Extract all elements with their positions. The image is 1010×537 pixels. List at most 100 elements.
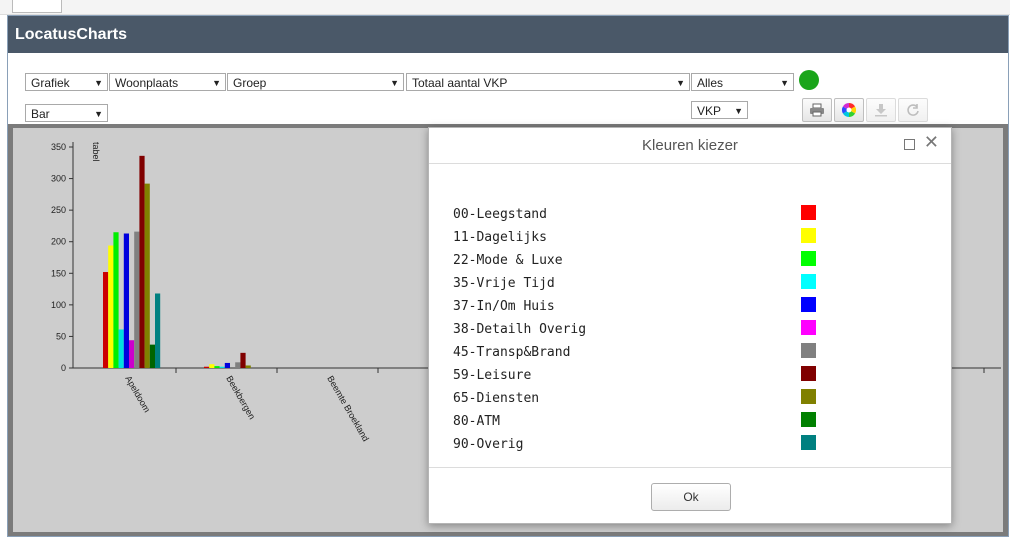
chart-bar — [240, 352, 246, 368]
chart-bar — [155, 293, 161, 368]
chart-bar — [209, 364, 215, 368]
download-icon — [875, 104, 887, 117]
chart-type-value: Grafiek — [31, 76, 70, 90]
color-picker-button[interactable] — [834, 98, 864, 122]
y-tick-label: 0 — [61, 363, 66, 373]
group-value: Groep — [233, 76, 267, 90]
unit-value: VKP — [697, 104, 722, 118]
chart-bar — [103, 272, 109, 368]
app-titlebar: LocatusCharts — [8, 16, 1008, 53]
chart-bar — [245, 365, 251, 368]
color-label: 11-Dagelijks — [453, 230, 547, 245]
status-indicator — [799, 70, 819, 90]
chevron-down-icon: ▼ — [94, 78, 103, 88]
chevron-down-icon: ▼ — [734, 106, 743, 116]
color-swatch[interactable] — [801, 297, 816, 312]
x-tick-label: Beekbergen — [224, 374, 257, 421]
group-select[interactable]: Groep ▼ — [227, 73, 404, 91]
chart-bar — [113, 232, 119, 368]
color-swatch[interactable] — [801, 389, 816, 404]
color-label: 35-Vrije Tijd — [453, 276, 555, 291]
chevron-down-icon: ▼ — [212, 78, 221, 88]
unit-select[interactable]: VKP ▼ — [691, 101, 748, 119]
chart-bar — [149, 344, 155, 368]
download-button[interactable] — [866, 98, 896, 122]
color-row: 65-Diensten — [453, 387, 833, 410]
close-icon[interactable]: ✕ — [924, 132, 939, 153]
print-button[interactable] — [802, 98, 832, 122]
color-label: 45-Transp&Brand — [453, 345, 571, 360]
color-wheel-icon — [842, 103, 856, 117]
chart-bar — [118, 329, 124, 368]
chart-bar — [224, 362, 230, 368]
maximize-icon[interactable] — [904, 139, 915, 150]
color-label: 65-Diensten — [453, 391, 540, 406]
y-tick-label: 150 — [51, 268, 66, 278]
measure-select[interactable]: Totaal aantal VKP ▼ — [406, 73, 690, 91]
color-swatch[interactable] — [801, 205, 816, 220]
y-tick-label: 200 — [51, 237, 66, 247]
color-swatch[interactable] — [801, 343, 816, 358]
chevron-down-icon: ▼ — [390, 78, 399, 88]
color-row: 38-Detailh Overig — [453, 318, 833, 341]
ok-button[interactable]: Ok — [651, 483, 731, 511]
chevron-down-icon: ▼ — [780, 78, 789, 88]
color-swatch[interactable] — [801, 228, 816, 243]
chart-bar — [129, 340, 135, 368]
chart-bar — [214, 366, 220, 368]
color-swatch[interactable] — [801, 435, 816, 450]
color-swatch[interactable] — [801, 412, 816, 427]
top-tab[interactable] — [12, 0, 62, 13]
color-label: 59-Leisure — [453, 368, 532, 383]
chart-bar — [204, 366, 210, 368]
y-tick-label: 250 — [51, 205, 66, 215]
chart-style-value: Bar — [31, 107, 50, 121]
color-row: 80-ATM — [453, 410, 833, 433]
chart-type-select[interactable]: Grafiek ▼ — [25, 73, 108, 91]
color-label: 80-ATM — [453, 414, 500, 429]
x-tick-label: Apeldoom — [123, 374, 152, 414]
chart-bar — [134, 231, 140, 368]
chart-bar — [123, 233, 129, 368]
chart-bar — [235, 362, 241, 368]
y-axis-label: tabel — [91, 142, 101, 162]
dialog-header: Kleuren kiezer ✕ — [429, 128, 951, 164]
chevron-down-icon: ▼ — [676, 78, 685, 88]
color-row: 90-Overig — [453, 433, 833, 456]
refresh-icon — [907, 104, 919, 116]
color-swatch[interactable] — [801, 251, 816, 266]
color-row: 22-Mode & Luxe — [453, 249, 833, 272]
color-row: 35-Vrije Tijd — [453, 272, 833, 295]
color-row: 45-Transp&Brand — [453, 341, 833, 364]
refresh-button[interactable] — [898, 98, 928, 122]
dialog-title: Kleuren kiezer — [642, 137, 738, 154]
scope-select[interactable]: Alles ▼ — [691, 73, 794, 91]
place-select[interactable]: Woonplaats ▼ — [109, 73, 226, 91]
color-label: 22-Mode & Luxe — [453, 253, 563, 268]
color-label: 38-Detailh Overig — [453, 322, 587, 337]
app-title: LocatusCharts — [15, 26, 128, 43]
y-tick-label: 300 — [51, 174, 66, 184]
x-tick-label: Beemte Broekland — [325, 374, 371, 443]
color-row: 37-In/Om Huis — [453, 295, 833, 318]
color-row: 11-Dagelijks — [453, 226, 833, 249]
place-value: Woonplaats — [115, 76, 179, 90]
chart-bar — [144, 183, 150, 368]
chevron-down-icon: ▼ — [94, 109, 103, 119]
color-label: 37-In/Om Huis — [453, 299, 555, 314]
color-label: 90-Overig — [453, 437, 524, 452]
dialog-footer: Ok — [429, 467, 951, 524]
y-tick-label: 50 — [56, 331, 66, 341]
y-tick-label: 350 — [51, 142, 66, 152]
chart-style-select[interactable]: Bar ▼ — [25, 104, 108, 122]
printer-icon — [810, 103, 824, 117]
color-label: 00-Leegstand — [453, 207, 547, 222]
color-swatch[interactable] — [801, 366, 816, 381]
color-swatch[interactable] — [801, 274, 816, 289]
scope-value: Alles — [697, 76, 724, 90]
color-swatch[interactable] — [801, 320, 816, 335]
y-tick-label: 100 — [51, 300, 66, 310]
measure-value: Totaal aantal VKP — [412, 76, 508, 90]
chart-bar — [139, 155, 145, 368]
color-row: 00-Leegstand — [453, 203, 833, 226]
